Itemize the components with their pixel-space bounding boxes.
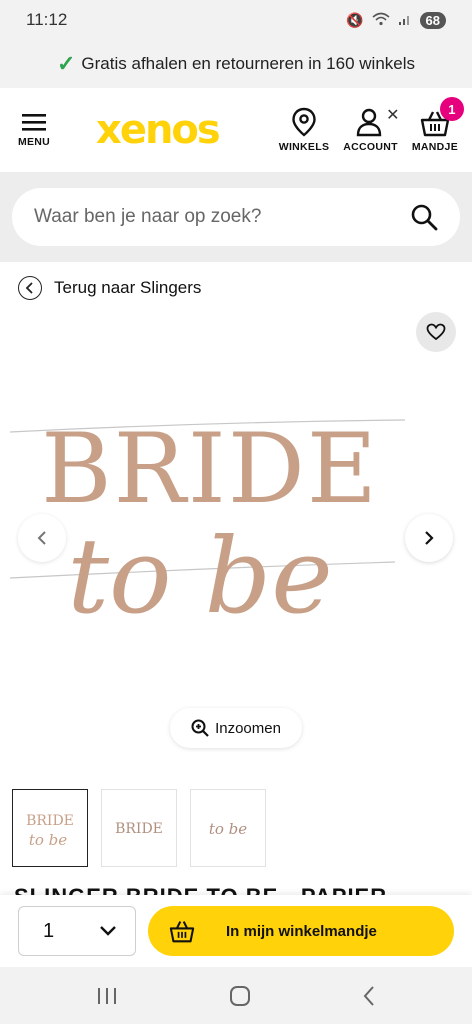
chevron-down-icon bbox=[100, 926, 116, 936]
home-icon[interactable] bbox=[229, 985, 251, 1007]
recent-apps-icon[interactable] bbox=[96, 986, 118, 1006]
header-actions: WINKELS ✕ ACCOUNT 1 MANDJE bbox=[279, 97, 464, 153]
add-to-cart-button[interactable]: In mijn winkelmandje bbox=[148, 906, 454, 956]
heart-icon bbox=[426, 323, 446, 341]
chevron-right-icon bbox=[425, 531, 434, 545]
banner-word-bride: BRIDE bbox=[41, 413, 379, 525]
zoom-in-icon bbox=[191, 719, 209, 737]
banner-word-to-be: to be bbox=[67, 515, 333, 637]
back-icon[interactable] bbox=[362, 985, 376, 1007]
add-to-cart-bar: 1 In mijn winkelmandje bbox=[0, 895, 472, 967]
thumbnail-3-line2: to be bbox=[209, 820, 247, 838]
add-to-cart-label: In mijn winkelmandje bbox=[226, 922, 377, 940]
hamburger-icon bbox=[22, 114, 46, 131]
chevron-left-icon bbox=[37, 531, 46, 545]
thumbnail-1-line2: to be bbox=[29, 831, 67, 849]
stores-button[interactable]: WINKELS bbox=[279, 107, 330, 153]
signal-icon bbox=[398, 12, 412, 29]
logo-text: xenos bbox=[96, 107, 221, 153]
back-to-category-link[interactable]: Terug naar Slingers bbox=[18, 276, 201, 300]
check-icon: ✓ bbox=[56, 51, 76, 76]
wifi-icon bbox=[372, 12, 390, 29]
status-time: 11:12 bbox=[26, 10, 68, 29]
wishlist-button[interactable] bbox=[416, 312, 456, 352]
status-bar: 11:12 🔇 68 bbox=[0, 0, 472, 40]
site-header: MENU xenos WINKELS ✕ ACCOUNT 1 MANDJE bbox=[0, 88, 472, 172]
thumbnail-3[interactable]: to be bbox=[190, 789, 266, 867]
location-pin-icon bbox=[292, 107, 316, 137]
search-box[interactable] bbox=[12, 188, 460, 246]
promo-text: Gratis afhalen en retourneren in 160 win… bbox=[81, 54, 416, 73]
thumbnail-1-line1: BRIDE bbox=[26, 813, 74, 829]
cart-label: MANDJE bbox=[411, 141, 458, 153]
user-icon bbox=[356, 108, 381, 137]
menu-label: MENU bbox=[17, 136, 51, 148]
system-nav-bar bbox=[0, 967, 472, 1024]
thumbnail-strip: BRIDE to be BRIDE to be bbox=[12, 789, 266, 867]
search-area bbox=[0, 172, 472, 262]
zoom-button[interactable]: Inzoomen bbox=[170, 708, 302, 748]
xenos-logo[interactable]: xenos bbox=[54, 107, 279, 153]
promo-bar: ✓ Gratis afhalen en retourneren in 160 w… bbox=[0, 40, 472, 88]
menu-button[interactable]: MENU bbox=[14, 112, 54, 148]
quantity-select[interactable]: 1 bbox=[18, 906, 136, 956]
thumbnail-1[interactable]: BRIDE to be bbox=[12, 789, 88, 867]
close-icon: ✕ bbox=[386, 107, 400, 124]
basket-icon bbox=[169, 921, 195, 943]
cart-button[interactable]: 1 MANDJE bbox=[411, 97, 464, 153]
mute-icon: 🔇 bbox=[346, 11, 364, 28]
chevron-left-icon bbox=[18, 276, 42, 300]
account-label: ACCOUNT bbox=[343, 141, 398, 153]
next-image-button[interactable] bbox=[405, 514, 453, 562]
thumbnail-2[interactable]: BRIDE bbox=[101, 789, 177, 867]
product-image[interactable]: BRIDE to be bbox=[10, 390, 410, 660]
cart-count-badge: 1 bbox=[440, 97, 464, 121]
stores-label: WINKELS bbox=[278, 141, 330, 153]
search-input[interactable] bbox=[34, 206, 374, 228]
quantity-value: 1 bbox=[43, 919, 55, 942]
thumbnail-2-line1: BRIDE bbox=[115, 821, 163, 837]
account-button[interactable]: ✕ ACCOUNT bbox=[343, 107, 400, 153]
battery-indicator: 68 bbox=[419, 11, 446, 29]
back-link-label: Terug naar Slingers bbox=[54, 278, 202, 297]
search-icon[interactable] bbox=[410, 203, 438, 231]
previous-image-button[interactable] bbox=[18, 514, 66, 562]
zoom-label: Inzoomen bbox=[215, 719, 281, 737]
status-icons: 🔇 68 bbox=[346, 11, 446, 29]
